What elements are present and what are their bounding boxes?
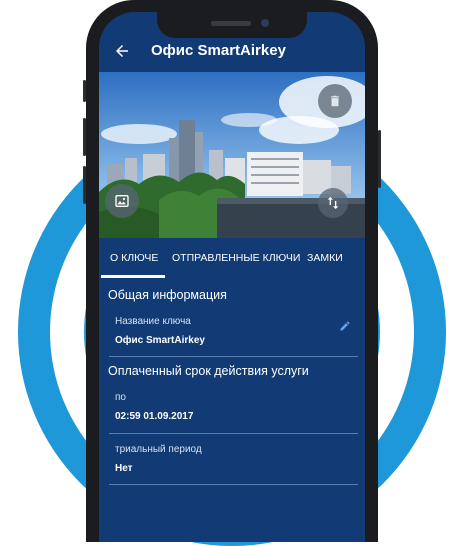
delete-key-button[interactable] [318,84,352,118]
phone-frame: Офис SmartAirkey О КЛЮЧЕ ОТПРАВЛЕННЫЕ КЛ… [83,0,381,542]
transfer-key-button[interactable] [318,188,348,218]
front-camera [261,19,269,27]
service-period-heading: Оплаченный срок действия услуги [108,364,309,378]
key-name-label: Название ключа [115,316,191,327]
tab-about-key[interactable]: О КЛЮЧЕ [110,238,158,278]
power-button [378,130,381,188]
trial-period-label: триальный период [115,444,202,455]
change-photo-button[interactable] [105,184,139,218]
divider-until [109,433,358,434]
tab-bar: О КЛЮЧЕ ОТПРАВЛЕННЫЕ КЛЮЧИ ЗАМКИ [99,238,365,278]
divider-trial [109,484,358,485]
volume-down-button [83,166,86,204]
trial-period-value: Нет [115,463,133,474]
divider-key-name [109,356,358,357]
phone-screen: Офис SmartAirkey О КЛЮЧЕ ОТПРАВЛЕННЫЕ КЛ… [99,12,365,542]
mute-switch [83,80,86,102]
key-name-value: Офис SmartAirkey [115,335,205,346]
general-info-heading: Общая информация [108,288,227,302]
key-cover-photo [99,72,365,238]
pencil-icon[interactable] [339,320,351,332]
speaker-grille [211,21,251,26]
phone-notch [157,12,307,38]
until-value: 02:59 01.09.2017 [115,411,194,422]
tab-locks[interactable]: ЗАМКИ [307,238,343,278]
key-details: Общая информация Название ключа Офис Sma… [99,278,365,542]
arrow-back-icon[interactable] [113,42,131,60]
until-label: по [115,392,126,403]
page-title: Офис SmartAirkey [151,42,286,59]
image-icon [115,195,129,207]
transfer-icon [327,197,339,209]
volume-up-button [83,118,86,156]
trash-icon [330,95,340,107]
tab-sent-keys[interactable]: ОТПРАВЛЕННЫЕ КЛЮЧИ [172,238,300,278]
